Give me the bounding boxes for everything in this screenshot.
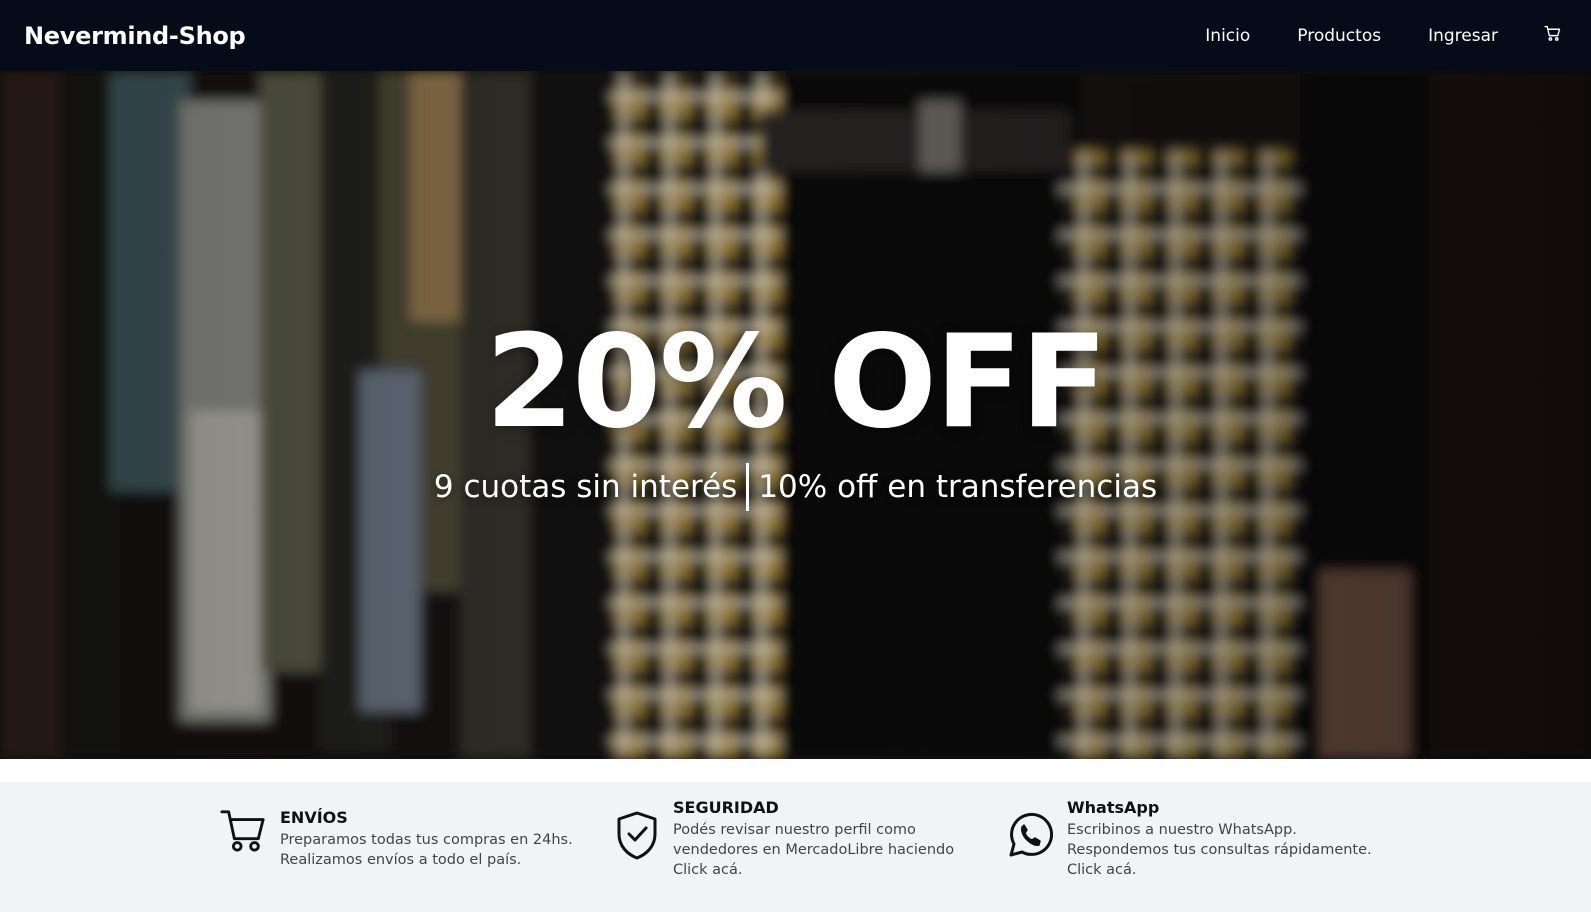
nav-links: Inicio Productos Ingresar (1158, 0, 1567, 71)
feature-whatsapp-text: WhatsApp Escribinos a nuestro WhatsApp. … (1067, 798, 1372, 880)
whatsapp-icon (1005, 812, 1054, 864)
feature-whatsapp-title: WhatsApp (1067, 798, 1160, 817)
hero-content: 20% OFF 9 cuotas sin interés 10% off en … (0, 319, 1591, 511)
feature-envios-text: ENVÍOS Preparamos todas tus compras en 2… (280, 808, 573, 870)
hero-subtitle-installments: 9 cuotas sin interés (433, 469, 738, 505)
navbar: Nevermind-Shop Inicio Productos Ingresar (0, 0, 1591, 71)
feature-envios-desc: Preparamos todas tus compras en 24hs. Re… (280, 832, 573, 868)
feature-whatsapp-link[interactable]: Click acá. (1067, 860, 1372, 880)
feature-seguridad-desc: Podés revisar nuestro perfil como vended… (673, 822, 955, 880)
feature-seguridad-link[interactable]: Click acá. (673, 860, 954, 880)
cart-icon (220, 808, 266, 858)
feature-whatsapp[interactable]: WhatsApp Escribinos a nuestro WhatsApp. … (1005, 798, 1372, 880)
nav-link-productos[interactable]: Productos (1297, 26, 1381, 46)
nav-link-ingresar[interactable]: Ingresar (1428, 26, 1498, 46)
cart-button[interactable] (1544, 25, 1561, 46)
features-bar: ENVÍOS Preparamos todas tus compras en 2… (0, 782, 1591, 912)
cart-icon (1544, 25, 1561, 46)
feature-seguridad[interactable]: SEGURIDAD Podés revisar nuestro perfil c… (615, 798, 954, 880)
feature-seguridad-title: SEGURIDAD (673, 798, 779, 817)
feature-envios-title: ENVÍOS (280, 808, 348, 827)
feature-seguridad-text: SEGURIDAD Podés revisar nuestro perfil c… (673, 798, 954, 880)
hero-title: 20% OFF (485, 308, 1108, 457)
hero-divider (746, 463, 750, 511)
brand-logo[interactable]: Nevermind-Shop (24, 22, 246, 50)
feature-envios: ENVÍOS Preparamos todas tus compras en 2… (220, 808, 573, 870)
hero-subtitle-transfer: 10% off en transferencias (758, 469, 1158, 505)
feature-whatsapp-desc: Escribinos a nuestro WhatsApp. Respondem… (1067, 822, 1372, 880)
shield-check-icon (615, 810, 659, 864)
hero-subtitle: 9 cuotas sin interés 10% off en transfer… (434, 463, 1157, 511)
nav-link-inicio[interactable]: Inicio (1205, 26, 1250, 46)
hero-banner: 20% OFF 9 cuotas sin interés 10% off en … (0, 71, 1591, 759)
